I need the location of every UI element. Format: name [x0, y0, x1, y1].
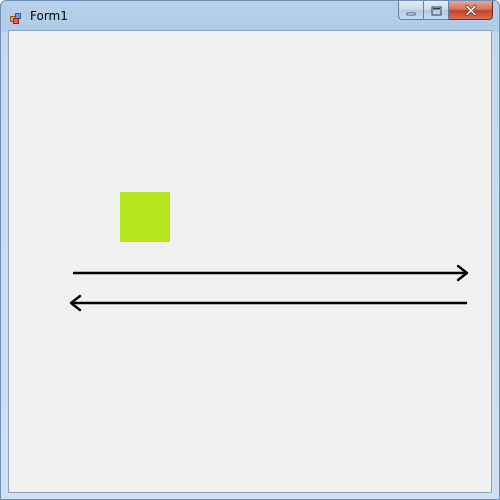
minimize-button[interactable] — [398, 1, 424, 20]
maximize-button[interactable] — [424, 1, 449, 20]
minimize-icon — [406, 1, 416, 20]
arrows-layer — [69, 264, 469, 312]
form-client-area[interactable] — [8, 30, 492, 493]
arrow-left — [69, 294, 467, 312]
maximize-icon — [431, 1, 442, 20]
title-bar[interactable]: Form1 — [1, 1, 499, 30]
arrow-right — [73, 264, 469, 282]
winforms-app-icon[interactable] — [10, 9, 22, 24]
close-icon — [465, 1, 477, 20]
close-button[interactable] — [449, 1, 493, 20]
window-title: Form1 — [30, 9, 68, 23]
form-window: Form1 — [0, 0, 500, 500]
caption-buttons — [398, 1, 493, 21]
